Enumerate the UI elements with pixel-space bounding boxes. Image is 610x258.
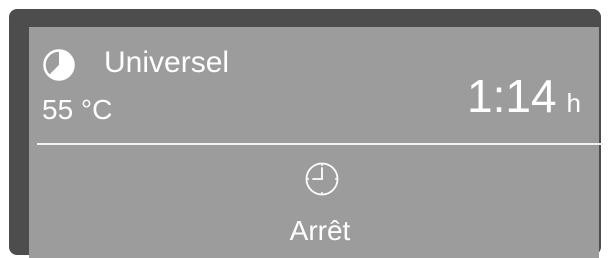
clock-icon <box>305 162 339 196</box>
program-pie-icon <box>43 49 75 81</box>
time-unit: h <box>566 88 581 118</box>
program-name: Universel <box>104 46 230 79</box>
temperature-value: 55 °C <box>42 94 113 125</box>
display-screen: Universel 55 °C 1:14 h Arrêt <box>29 27 603 258</box>
display-frame: Universel 55 °C 1:14 h Arrêt <box>9 9 603 258</box>
time-value: 1:14 <box>467 70 557 122</box>
remaining-time: 1:14 h <box>467 65 581 127</box>
divider <box>37 143 603 145</box>
status-label: Arrêt <box>289 215 351 246</box>
